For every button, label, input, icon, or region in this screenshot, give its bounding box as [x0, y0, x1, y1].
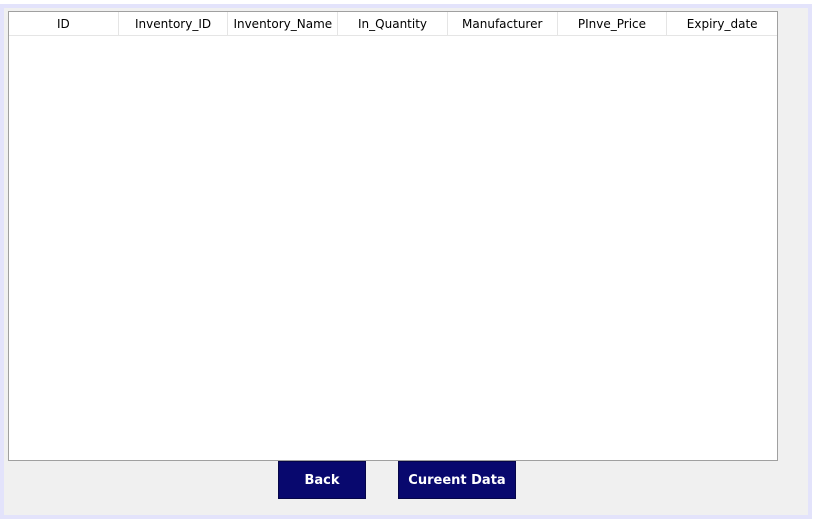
current-data-button[interactable]: Cureent Data [398, 461, 516, 499]
grid-header-row: ID Inventory_ID Inventory_Name In_Quanti… [9, 12, 777, 36]
inventory-data-grid[interactable]: ID Inventory_ID Inventory_Name In_Quanti… [8, 11, 778, 461]
column-header-inventory-name[interactable]: Inventory_Name [228, 12, 339, 35]
column-header-expiry-date[interactable]: Expiry_date [667, 12, 777, 35]
back-button[interactable]: Back [278, 461, 366, 499]
column-header-manufacturer[interactable]: Manufacturer [448, 12, 558, 35]
grid-body-empty[interactable] [9, 36, 777, 460]
column-header-id[interactable]: ID [9, 12, 119, 35]
window-frame: ID Inventory_ID Inventory_Name In_Quanti… [0, 4, 812, 519]
column-header-inventory-id[interactable]: Inventory_ID [119, 12, 229, 35]
column-header-pinve-price[interactable]: PInve_Price [558, 12, 668, 35]
column-header-in-quantity[interactable]: In_Quantity [338, 12, 448, 35]
